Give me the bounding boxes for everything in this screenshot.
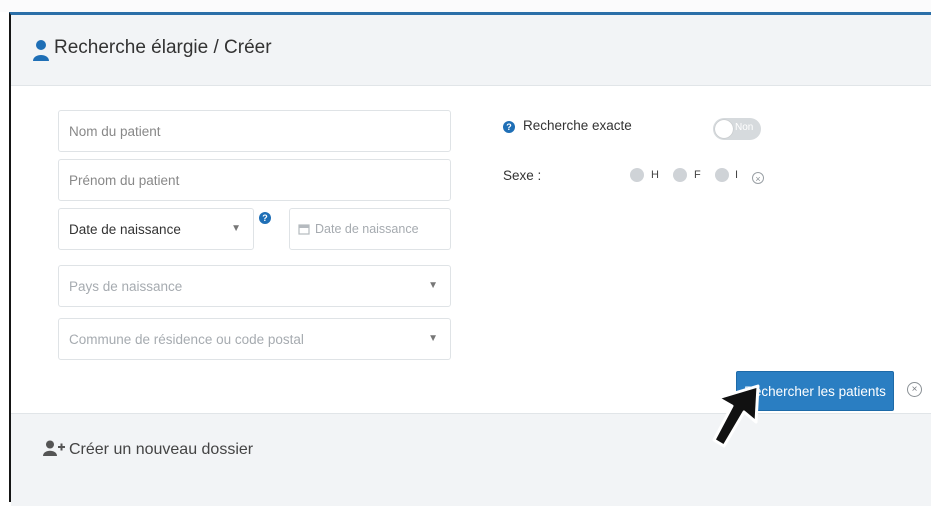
birthdate-input[interactable]: Date de naissance	[289, 208, 451, 250]
help-icon[interactable]: ?	[503, 121, 515, 133]
exact-search-toggle[interactable]: Non	[713, 118, 761, 140]
patient-name-input[interactable]: Nom du patient	[58, 110, 451, 152]
sex-label: Sexe :	[503, 168, 542, 183]
add-user-icon	[43, 440, 65, 456]
calendar-icon	[298, 224, 310, 235]
create-record-bar[interactable]: Créer un nouveau dossier	[11, 413, 931, 506]
top-background	[0, 0, 931, 12]
birthdate-placeholder: Date de naissance	[315, 222, 419, 236]
birthdate-type-value: Date de naissance	[69, 221, 181, 237]
help-icon[interactable]: ?	[259, 212, 271, 224]
patient-firstname-input[interactable]: Prénom du patient	[58, 159, 451, 201]
create-record-label: Créer un nouveau dossier	[69, 441, 254, 458]
birthdate-type-select[interactable]: Date de naissance ▼	[58, 208, 254, 250]
search-panel: Recherche élargie / Créer Nom du patient…	[9, 12, 931, 506]
birth-country-placeholder: Pays de naissance	[69, 278, 183, 294]
chevron-down-icon: ▼	[231, 223, 241, 234]
search-patients-label: Rechercher les patients	[744, 383, 886, 399]
residence-commune-select[interactable]: Commune de résidence ou code postal ▼	[58, 318, 451, 360]
chevron-down-icon: ▼	[428, 280, 438, 291]
patient-firstname-placeholder: Prénom du patient	[69, 172, 180, 188]
sex-option-i-label: I	[735, 169, 739, 181]
patient-name-placeholder: Nom du patient	[69, 123, 161, 139]
sex-radio-i[interactable]	[715, 168, 729, 182]
page-title: Recherche élargie / Créer	[54, 37, 272, 58]
person-icon	[33, 40, 49, 61]
sex-radio-f[interactable]	[673, 168, 687, 182]
panel-header: Recherche élargie / Créer	[11, 15, 931, 86]
clear-sex-icon[interactable]: ×	[752, 172, 764, 184]
sex-option-h-label: H	[651, 169, 659, 181]
birth-country-select[interactable]: Pays de naissance ▼	[58, 265, 451, 307]
toggle-state-text: Non	[735, 122, 754, 133]
residence-commune-placeholder: Commune de résidence ou code postal	[69, 331, 304, 347]
chevron-down-icon: ▼	[428, 333, 438, 344]
sex-radio-h[interactable]	[630, 168, 644, 182]
toggle-knob	[715, 120, 733, 138]
sex-option-f-label: F	[694, 169, 701, 181]
exact-search-label: Recherche exacte	[523, 118, 632, 133]
reset-icon[interactable]: ×	[907, 382, 922, 397]
cursor-arrow-icon	[712, 384, 760, 448]
